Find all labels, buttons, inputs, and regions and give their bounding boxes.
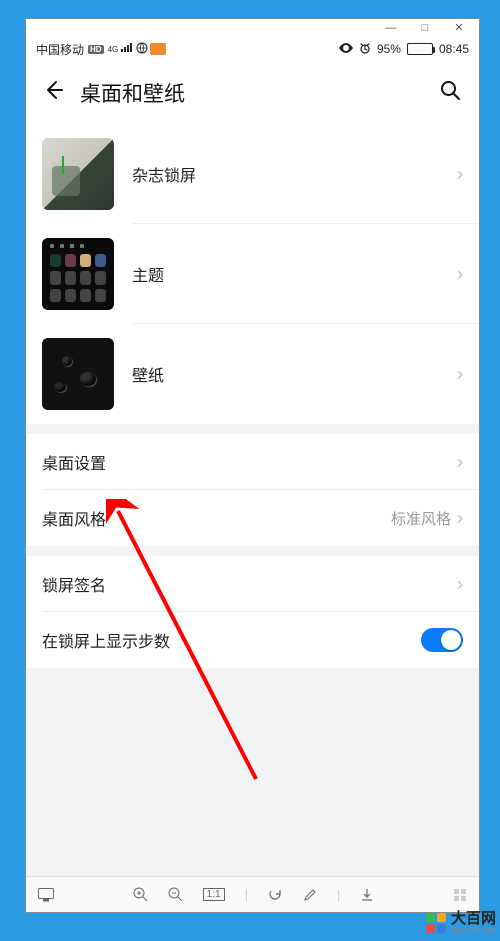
desktop-group: 桌面设置 › 桌面风格 标准风格 ›: [26, 434, 479, 546]
row-label: 桌面设置: [42, 450, 106, 474]
header-bar: 桌面和壁纸: [26, 61, 479, 124]
row-label: 锁屏签名: [42, 572, 106, 596]
battery-percent: 95%: [377, 42, 401, 56]
lockscreen-group: 锁屏签名 › 在锁屏上显示步数: [26, 556, 479, 668]
clock-label: 08:45: [439, 42, 469, 56]
zoom-out-button[interactable]: [168, 887, 183, 902]
page-title: 桌面和壁纸: [80, 78, 185, 108]
more-button[interactable]: [453, 888, 467, 902]
row-label: 桌面风格: [42, 506, 106, 530]
carrier-label: 中国移动: [36, 41, 84, 58]
emulator-window: — □ ✕ 中国移动 HD 4G: [25, 18, 480, 913]
globe-icon: [136, 42, 148, 57]
chevron-right-icon: ›: [457, 509, 463, 527]
theme-row[interactable]: 主题 ›: [26, 224, 479, 324]
magazine-lockscreen-row[interactable]: 杂志锁屏 ›: [26, 124, 479, 224]
watermark-url: big100.net: [451, 926, 496, 935]
rotate-button[interactable]: [268, 887, 283, 902]
eye-comfort-icon: [339, 42, 353, 56]
chevron-right-icon: ›: [457, 165, 463, 183]
network-label: 4G: [108, 45, 119, 54]
row-value: 标准风格: [391, 508, 451, 529]
show-steps-toggle[interactable]: [421, 628, 463, 652]
show-steps-row: 在锁屏上显示步数: [26, 612, 479, 668]
emulator-toolbar: 1:1 | |: [26, 876, 479, 912]
arrow-left-icon: [42, 79, 64, 101]
row-label: 杂志锁屏: [132, 162, 196, 186]
status-left: 中国移动 HD 4G: [36, 41, 166, 58]
chevron-right-icon: ›: [457, 453, 463, 471]
desktop-settings-row[interactable]: 桌面设置 ›: [26, 434, 479, 490]
search-icon: [439, 79, 461, 101]
search-button[interactable]: [435, 75, 465, 110]
phone-screen: 中国移动 HD 4G 95% 08:45: [26, 37, 479, 876]
row-label: 主题: [132, 262, 164, 286]
watermark: 大百网 big100.net: [425, 911, 496, 935]
status-bar: 中国移动 HD 4G 95% 08:45: [26, 37, 479, 61]
signal-icon: [120, 42, 134, 56]
window-minimize-button[interactable]: —: [385, 23, 397, 34]
theme-thumb: [42, 238, 114, 310]
magazine-lockscreen-thumb: [42, 138, 114, 210]
screenshot-button[interactable]: [38, 888, 54, 902]
wallpaper-row[interactable]: 壁纸 ›: [26, 324, 479, 424]
watermark-logo-icon: [425, 912, 447, 934]
chevron-right-icon: ›: [457, 265, 463, 283]
theme-group: 杂志锁屏 › 主题 › 壁纸: [26, 124, 479, 424]
edit-button[interactable]: [303, 888, 317, 902]
watermark-title: 大百网: [451, 911, 496, 926]
content-area: 杂志锁屏 › 主题 › 壁纸: [26, 124, 479, 876]
window-titlebar: — □ ✕: [26, 19, 479, 37]
window-maximize-button[interactable]: □: [419, 23, 431, 34]
alarm-icon: [359, 42, 371, 57]
status-right: 95% 08:45: [339, 42, 469, 57]
row-label: 壁纸: [132, 362, 164, 386]
chevron-right-icon: ›: [457, 575, 463, 593]
back-button[interactable]: [38, 75, 68, 110]
window-close-button[interactable]: ✕: [453, 23, 465, 34]
zoom-in-button[interactable]: [133, 887, 148, 902]
chevron-right-icon: ›: [457, 365, 463, 383]
scale-button[interactable]: 1:1: [203, 888, 225, 901]
download-button[interactable]: [360, 888, 374, 902]
app-indicator-icon: [150, 43, 166, 55]
lockscreen-signature-row[interactable]: 锁屏签名 ›: [26, 556, 479, 612]
row-label: 在锁屏上显示步数: [42, 628, 170, 652]
battery-icon: [407, 43, 433, 55]
wallpaper-thumb: [42, 338, 114, 410]
hd-badge: HD: [88, 45, 104, 54]
desktop-style-row[interactable]: 桌面风格 标准风格 ›: [26, 490, 479, 546]
